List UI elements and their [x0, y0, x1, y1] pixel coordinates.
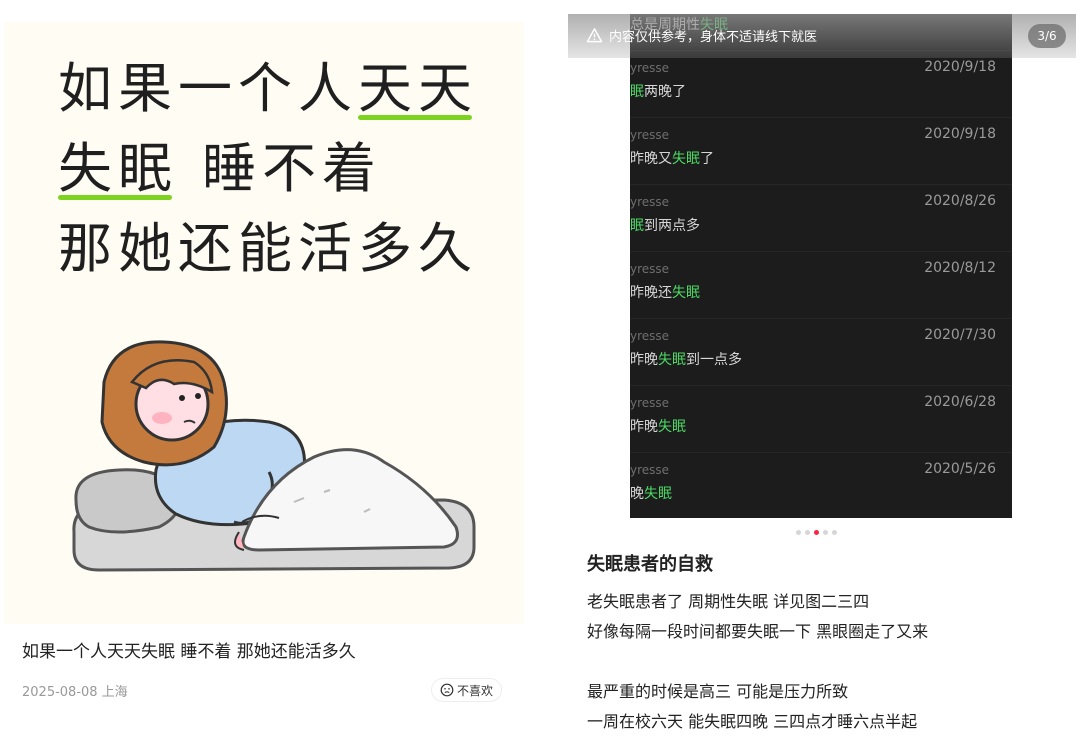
message-username: yresse	[630, 463, 670, 477]
message-date: 2020/8/26	[924, 193, 996, 209]
message-text: 眠两晚了	[630, 84, 686, 100]
chat-message: yresse 2020/9/18 昨晚又失眠了	[630, 118, 1012, 185]
carousel-dot[interactable]	[805, 530, 810, 535]
cover-text: 如果一个人	[58, 57, 358, 120]
warning-triangle-icon	[586, 28, 603, 43]
warning-text: 内容仅供参考，身体不适请线下就医	[609, 30, 818, 45]
message-username: yresse	[630, 329, 670, 343]
highlighted-word: 失眠	[58, 137, 178, 200]
note-body-line: 好像每隔一段时间都要失眠一下 黑眼圈走了又来	[587, 622, 929, 641]
message-username: yresse	[630, 396, 670, 410]
message-text: 昨晚失眠	[630, 419, 686, 435]
message-username: yresse	[630, 195, 670, 209]
cover-image[interactable]: 如果一个人天天 失眠 睡不着 那她还能活多久	[4, 22, 524, 624]
note-body-line: 最严重的时候是高三 可能是压力所致	[587, 682, 849, 701]
message-text: 晚失眠	[630, 486, 672, 502]
medical-warning: 内容仅供参考，身体不适请线下就医	[586, 26, 817, 45]
cover-text: 睡不着	[202, 137, 382, 200]
highlighted-word: 天天	[358, 57, 478, 120]
dislike-label: 不喜欢	[457, 683, 494, 698]
message-text: 昨晚又失眠了	[630, 151, 714, 167]
keyword-highlight: 失眠	[672, 285, 700, 301]
chat-message: yresse 2020/9/18 眠两晚了	[630, 51, 1012, 118]
chat-message: yresse 2020/6/28 昨晚失眠	[630, 386, 1012, 453]
carousel-dot[interactable]	[823, 530, 828, 535]
message-text: 昨晚还失眠	[630, 285, 700, 301]
keyword-highlight: 眠	[630, 218, 644, 234]
cover-line-1: 如果一个人天天	[58, 58, 478, 120]
note-body-line: 一周在校六天 能失眠四晚 三四点才睡六点半起	[587, 712, 918, 731]
sad-face-icon	[440, 683, 454, 697]
cover-line-3: 那她还能活多久	[58, 217, 478, 280]
keyword-highlight: 眠	[630, 84, 644, 100]
post-title: 如果一个人天天失眠 睡不着 那她还能活多久	[22, 642, 356, 662]
keyword-highlight: 失眠	[672, 151, 700, 167]
message-username: yresse	[630, 61, 670, 75]
message-text: 昨晚失眠到一点多	[630, 352, 742, 368]
carousel-dot[interactable]	[814, 530, 819, 535]
message-text: 眠到两点多	[630, 218, 700, 234]
chat-message: yresse 2020/5/26 晚失眠	[630, 453, 1012, 518]
keyword-highlight: 失眠	[658, 419, 686, 435]
message-date: 2020/5/26	[924, 461, 996, 477]
sleepless-girl-illustration	[72, 340, 476, 572]
message-username: yresse	[630, 262, 670, 276]
dislike-button[interactable]: 不喜欢	[431, 678, 503, 702]
cover-line-2: 失眠 睡不着	[58, 138, 382, 200]
post-date-location: 2025-08-08 上海	[22, 685, 128, 700]
message-date: 2020/9/18	[924, 59, 996, 75]
message-date: 2020/9/18	[924, 126, 996, 142]
carousel-dots[interactable]	[796, 530, 837, 535]
note-body-line: 老失眠患者了 周期性失眠 详见图二三四	[587, 592, 870, 611]
keyword-highlight: 失眠	[644, 486, 672, 502]
page-counter: 3/6	[1028, 24, 1066, 48]
note-title: 失眠患者的自救	[587, 554, 713, 575]
carousel-dot[interactable]	[832, 530, 837, 535]
message-username: yresse	[630, 128, 670, 142]
chat-message: yresse 2020/8/12 昨晚还失眠	[630, 252, 1012, 319]
chat-message: yresse 2020/8/26 眠到两点多	[630, 185, 1012, 252]
carousel-dot[interactable]	[796, 530, 801, 535]
keyword-highlight: 失眠	[658, 352, 686, 368]
carousel-image[interactable]: yresse2020/11/1总是周期性失眠yresse2020/9/18眠两晚…	[568, 14, 1076, 518]
chat-message: yresse 2020/7/30 昨晚失眠到一点多	[630, 319, 1012, 386]
message-date: 2020/7/30	[924, 327, 996, 343]
chat-screenshot: yresse2020/11/1总是周期性失眠yresse2020/9/18眠两晚…	[630, 14, 1012, 518]
message-date: 2020/6/28	[924, 394, 996, 410]
message-date: 2020/8/12	[924, 260, 996, 276]
